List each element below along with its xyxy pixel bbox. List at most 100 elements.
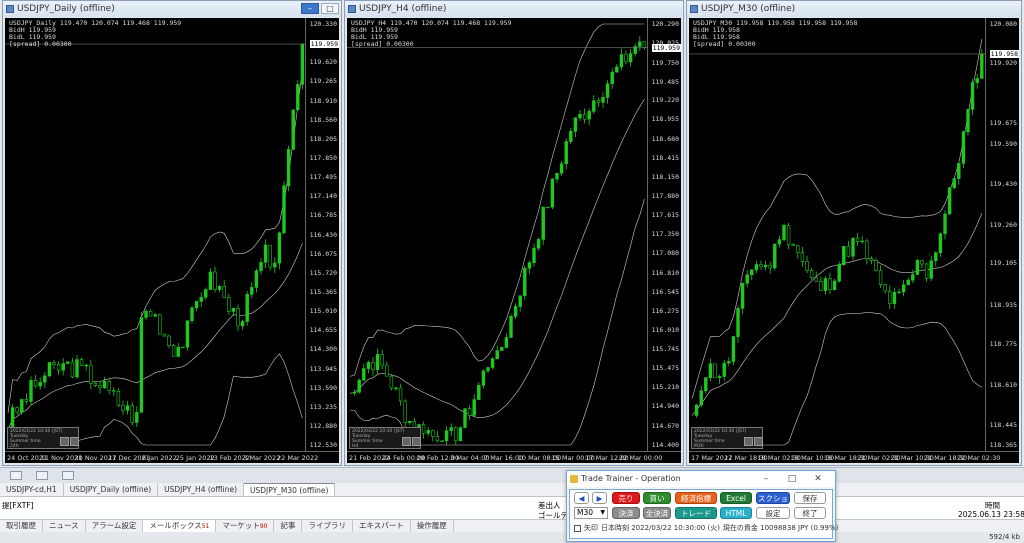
dialog-title-bar[interactable]: Trade Trainer - Operation – □ ✕ xyxy=(567,471,835,487)
candlestick-chart[interactable] xyxy=(5,18,339,463)
candle-body xyxy=(699,390,703,406)
dialog-body: ◀ ▶ 売り 買い 経済指標 Excel スクショ 保存 M30 ▼ 決済 全決済… xyxy=(569,489,838,539)
candle-body xyxy=(153,314,157,317)
candle-body xyxy=(957,163,961,179)
maximize-button[interactable]: □ xyxy=(321,3,339,14)
price-tick-label: 115.210 xyxy=(651,383,679,392)
chart-title-bar[interactable]: USDJPY_H4 (offline) xyxy=(345,1,683,17)
candle-body xyxy=(84,364,88,367)
tab-library[interactable]: ライブラリ xyxy=(302,520,353,532)
save-button[interactable]: 保存 xyxy=(794,492,826,504)
tab-usdjpy-h4[interactable]: USDJPY_H4 (offline) xyxy=(158,483,244,496)
tab-usdjpy-daily[interactable]: USDJPY_Daily (offline) xyxy=(64,483,159,496)
chart-plot-area[interactable]: USDJPY_M30 119.958 119.958 119.958 119.9… xyxy=(689,18,1019,463)
zoom-in-icon[interactable] xyxy=(402,437,411,446)
window-icon[interactable] xyxy=(36,471,48,480)
chart-window-h4[interactable]: USDJPY_H4 (offline) USDJPY_H4 119.470 12… xyxy=(344,0,684,466)
candle-body xyxy=(615,66,619,73)
tab-alerts[interactable]: アラーム設定 xyxy=(86,520,144,532)
zoom-out-icon[interactable] xyxy=(754,437,763,446)
minimize-icon[interactable]: – xyxy=(753,471,779,487)
candle-body xyxy=(717,376,722,378)
candle-body xyxy=(440,440,444,442)
tab-journal[interactable]: 操作履歴 xyxy=(411,520,454,532)
zoom-out-icon[interactable] xyxy=(412,437,421,446)
trade-trainer-dialog[interactable]: Trade Trainer - Operation – □ ✕ ◀ ▶ 売り 買… xyxy=(566,470,838,542)
tab-usdjpy-m30[interactable]: USDJPY_M30 (offline) xyxy=(244,483,336,496)
html-button[interactable]: HTML xyxy=(720,507,752,519)
candle-body xyxy=(846,246,851,257)
candle-body xyxy=(518,295,522,307)
candlestick-chart[interactable] xyxy=(347,18,681,463)
price-tick-label: 119.590 xyxy=(989,140,1017,149)
price-tick-label: 112.530 xyxy=(309,441,337,449)
candle-body xyxy=(380,354,384,366)
exit-button[interactable]: 終了 xyxy=(794,507,826,519)
time-axis[interactable]: 24 Oct 2021 11 Nov 2021 30 Nov 2021 17 Dec … xyxy=(5,451,339,463)
trade-button[interactable]: トレード xyxy=(675,507,717,519)
screenshot-button[interactable]: スクショ xyxy=(756,492,790,504)
maximize-icon[interactable]: □ xyxy=(779,471,805,487)
candle-body xyxy=(259,262,263,272)
chart-title-bar[interactable]: USDJPY_Daily (offline) – □ xyxy=(3,1,341,17)
prev-bar-button[interactable]: ◀ xyxy=(574,492,589,504)
buy-button[interactable]: 買い xyxy=(643,492,671,504)
tab-experts[interactable]: エキスパート xyxy=(353,520,411,532)
arrow-checkbox[interactable] xyxy=(574,524,581,532)
price-axis[interactable]: 120.080 119.958 119.920 119.675 119.590 119.4… xyxy=(985,18,1019,451)
candle-body xyxy=(490,358,495,368)
chart-plot-area[interactable]: USDJPY_Daily 119.470 120.074 119.468 119… xyxy=(5,18,339,463)
price-axis[interactable]: 120.290120.025119.959119.750119.485119.2… xyxy=(647,18,681,451)
candle-body xyxy=(167,335,171,346)
price-tick-label: 116.010 xyxy=(651,325,679,334)
candle-body xyxy=(731,336,736,362)
candle-body xyxy=(66,361,70,364)
time-axis[interactable]: 17 Mar 2022 17 Mar 18:30 18 Mar 02:30 18 Ma… xyxy=(689,451,1019,463)
japan-time: 日本時刻 2022/03/22 10:30:00 (火) xyxy=(601,524,720,532)
tab-news[interactable]: ニュース xyxy=(43,520,86,532)
chart-window-daily[interactable]: USDJPY_Daily (offline) – □ USDJPY_Daily … xyxy=(2,0,342,466)
settle-all-button[interactable]: 全決済 xyxy=(643,507,671,519)
time-axis[interactable]: 21 Feb 2022 24 Feb 00:00 28 Feb 12:00 3 Mar… xyxy=(347,451,681,463)
tab-market[interactable]: マーケット90 xyxy=(216,520,275,532)
close-icon[interactable]: ✕ xyxy=(805,471,831,487)
tab-articles[interactable]: 記事 xyxy=(274,520,303,532)
next-bar-button[interactable]: ▶ xyxy=(592,492,607,504)
excel-button[interactable]: Excel xyxy=(720,492,752,504)
price-axis[interactable]: 120.330 119.959 119.620 119.265 118.910 118.5… xyxy=(305,18,339,451)
settings-button[interactable]: 設定 xyxy=(756,507,790,519)
candle-body xyxy=(56,364,61,371)
tab-mailbox[interactable]: メールボックス51 xyxy=(143,520,217,532)
candle-body xyxy=(523,267,527,297)
chart-window-m30[interactable]: USDJPY_M30 (offline) USDJPY_M30 119.958 … xyxy=(686,0,1022,466)
candle-body xyxy=(408,421,412,423)
mail-time[interactable]: 2025.06.13 23:58 xyxy=(958,510,1024,519)
candle-body xyxy=(43,375,47,383)
settle-button[interactable]: 決済 xyxy=(612,507,640,519)
restore-icon[interactable] xyxy=(10,471,22,480)
traffic-status: 592/4 kb xyxy=(989,533,1020,541)
candle-body xyxy=(564,141,568,165)
zoom-in-icon[interactable] xyxy=(744,437,753,446)
chart-title-bar[interactable]: USDJPY_M30 (offline) xyxy=(687,1,1021,17)
timeframe-select[interactable]: M30 ▼ xyxy=(574,507,608,519)
zoom-in-icon[interactable] xyxy=(60,437,69,446)
tab-history[interactable]: 取引履歴 xyxy=(0,520,43,532)
chart-plot-area[interactable]: USDJPY_H4 119.470 120.074 119.468 119.95… xyxy=(347,18,681,463)
sell-button[interactable]: 売り xyxy=(612,492,640,504)
candlestick-chart[interactable] xyxy=(689,18,1019,463)
candle-body xyxy=(851,237,855,257)
minimize-button[interactable]: – xyxy=(301,3,319,14)
candle-body xyxy=(906,279,910,286)
price-tick-label: 112.880 xyxy=(309,422,337,431)
candle-body xyxy=(185,320,190,348)
candle-body xyxy=(79,359,84,366)
app-icon xyxy=(570,475,578,483)
candle-body xyxy=(47,362,52,377)
economic-indicator-button[interactable]: 経済指標 xyxy=(675,492,717,504)
close-icon[interactable] xyxy=(62,471,74,480)
chart-info-text: USDJPY_H4 119.470 120.074 119.468 119.95… xyxy=(351,19,512,48)
price-tick-label: 119.430 xyxy=(989,179,1017,188)
zoom-out-icon[interactable] xyxy=(70,437,79,446)
tab-usdjpy-h1[interactable]: USDJPY-cd,H1 xyxy=(0,483,64,496)
